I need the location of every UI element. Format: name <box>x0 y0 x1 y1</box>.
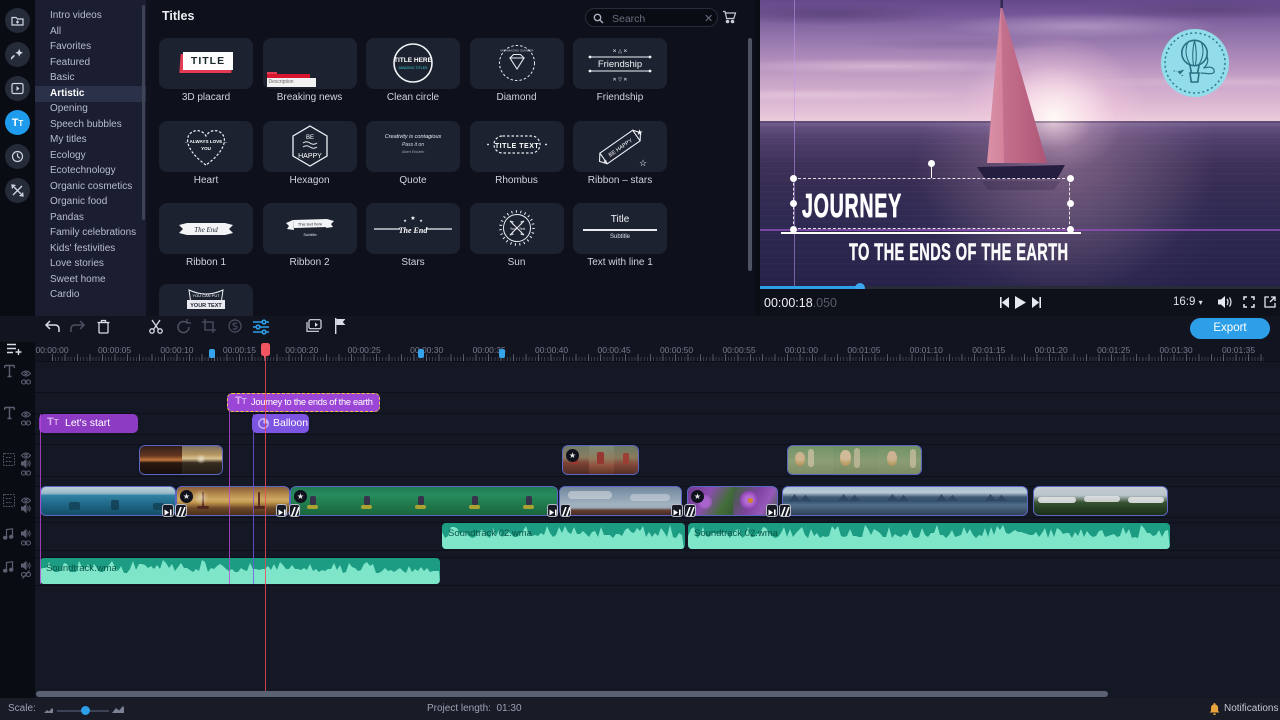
svg-text:★: ★ <box>419 218 423 223</box>
svg-text:Subtitle: Subtitle <box>303 232 317 237</box>
svg-text:✕ ▽ ✕: ✕ ▽ ✕ <box>612 77 627 83</box>
svg-text:The End: The End <box>399 226 429 235</box>
svg-text:TITLE TEXT: TITLE TEXT <box>494 143 539 150</box>
svg-text:★: ★ <box>403 218 407 223</box>
svg-text:AMAZING TITLES: AMAZING TITLES <box>399 66 428 70</box>
svg-text:HAPPY: HAPPY <box>298 153 322 160</box>
svg-text:The End: The End <box>194 226 218 234</box>
svg-text:Your: Your <box>510 227 518 231</box>
svg-text:→ ALWAYS LOVE ←: → ALWAYS LOVE ← <box>184 139 228 144</box>
svg-text:✕ △ ✕: ✕ △ ✕ <box>612 48 627 54</box>
svg-text:★: ★ <box>410 215 415 222</box>
svg-text:TITLE HERE: TITLE HERE <box>394 57 433 64</box>
svg-text:This text here: This text here <box>297 221 322 226</box>
svg-text:Text: Text <box>519 227 525 231</box>
svg-text:YOU: YOU <box>201 146 212 151</box>
svg-text:☆: ☆ <box>639 158 647 168</box>
svg-text:YOU CAN PUT: YOU CAN PUT <box>192 293 220 298</box>
svg-text:★: ★ <box>603 159 608 165</box>
svg-text:BE: BE <box>305 135 313 141</box>
svg-text:★: ★ <box>636 128 643 137</box>
svg-text:MY AMAZING SUMMER: MY AMAZING SUMMER <box>500 48 534 52</box>
svg-text:Friendship: Friendship <box>598 59 642 70</box>
svg-text:YOUR TEXT: YOUR TEXT <box>190 303 222 309</box>
